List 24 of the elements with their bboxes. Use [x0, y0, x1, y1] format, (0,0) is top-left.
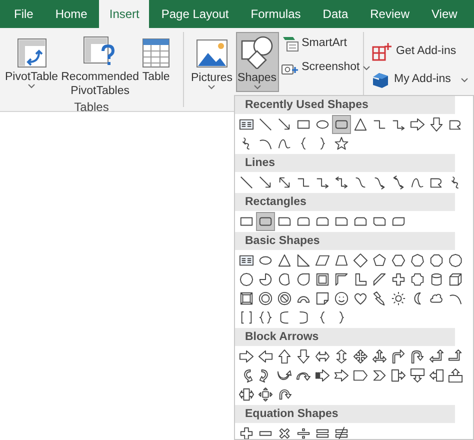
section-header: Lines: [235, 154, 455, 172]
ribbon-tab[interactable]: Review: [360, 0, 420, 28]
ribbon-tab[interactable]: Page Layout: [151, 0, 239, 28]
ribbon-button[interactable]: Pictures: [188, 32, 236, 92]
section-header: Block Arrows: [235, 328, 455, 346]
section-header: Equation Shapes: [235, 405, 455, 423]
ribbon-button[interactable]: Table: [139, 32, 174, 98]
ribbon-button[interactable]: PivotTable: [2, 32, 62, 98]
section-header: Basic Shapes: [235, 232, 455, 250]
ribbon-tab[interactable]: File: [4, 0, 44, 28]
ribbon-button[interactable]: Shapes: [236, 32, 279, 92]
ribbon-button[interactable]: Recommended PivotTables: [64, 32, 136, 98]
section-header: Recently Used Shapes: [235, 96, 455, 114]
ribbon-button[interactable]: SmartArt: [280, 34, 370, 54]
ribbon-button[interactable]: Get Add-ins: [372, 42, 468, 62]
ribbon-button[interactable]: My Add-ins: [372, 70, 468, 90]
group-label: Tables: [74, 99, 109, 116]
ribbon-tab[interactable]: View: [422, 0, 468, 28]
ribbon-tab[interactable]: Home: [45, 0, 98, 28]
ribbon-tab[interactable]: Insert: [99, 0, 150, 28]
ribbon-tab[interactable]: Formulas: [240, 0, 311, 28]
ribbon-tab[interactable]: Data: [312, 0, 358, 28]
ribbon-button[interactable]: Screenshot: [280, 58, 370, 78]
section-header: Rectangles: [235, 193, 455, 211]
